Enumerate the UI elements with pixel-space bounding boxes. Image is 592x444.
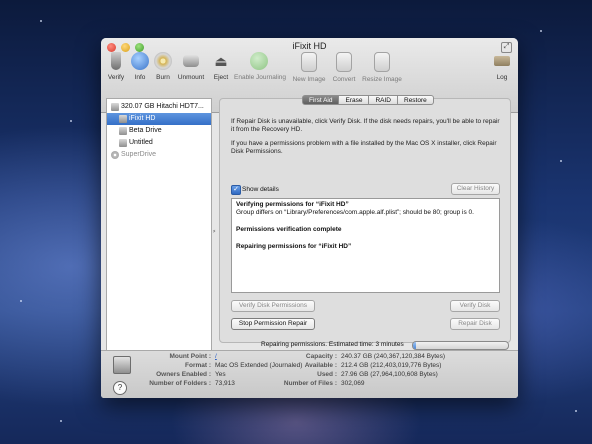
show-details-label: Show details	[242, 186, 279, 193]
owners-enabled-label: Owners Enabled :	[156, 371, 211, 378]
sidebar-item-beta-drive[interactable]: Beta Drive	[107, 125, 211, 137]
star	[60, 420, 62, 422]
resize-image-icon	[374, 52, 390, 72]
burn-tool[interactable]: Burn	[152, 52, 174, 81]
used-label: Used :	[317, 371, 337, 378]
log-icon	[494, 56, 510, 66]
star	[20, 300, 22, 302]
permissions-info: If you have a permissions problem with a…	[231, 140, 497, 155]
progress-status: Repairing permissions. Estimated time: 3…	[261, 341, 404, 348]
hard-disk-icon	[113, 356, 131, 374]
capacity-value: 240.37 GB (240,367,120,384 Bytes)	[341, 353, 446, 360]
used-value: 27.96 GB (27,964,100,608 Bytes)	[341, 371, 438, 378]
log-line: Verifying permissions for “iFixit HD”	[236, 201, 349, 208]
star	[540, 30, 542, 32]
enable-journaling-tool[interactable]: Enable Journaling	[234, 52, 287, 81]
resize-image-label: Resize Image	[362, 76, 402, 83]
enable-journaling-label: Enable Journaling	[234, 74, 287, 81]
log-line: Group differs on “Library/Preferences/co…	[236, 209, 474, 216]
window-title: iFixit HD	[292, 41, 327, 51]
volume-icon	[119, 115, 127, 123]
show-details-checkbox[interactable]: ✓	[231, 185, 241, 195]
verify-tool[interactable]: Verify	[106, 52, 126, 81]
files-label: Number of Files :	[283, 380, 337, 387]
tab-raid[interactable]: RAID	[369, 95, 398, 105]
star	[40, 20, 42, 22]
repair-disk-info: If Repair Disk is unavailable, click Ver…	[231, 118, 500, 133]
info-icon	[131, 52, 149, 70]
sidebar-item-label: 320.07 GB Hitachi HDT7...	[121, 103, 204, 110]
hard-disk-icon	[111, 103, 119, 111]
sidebar-item-label: SuperDrive	[121, 151, 157, 158]
available-value: 212.4 GB (212,403,019,776 Bytes)	[341, 362, 442, 369]
verify-disk-permissions-button[interactable]: Verify Disk Permissions	[231, 300, 315, 312]
eject-icon: ⏏	[214, 53, 228, 69]
sidebar-item-untitled[interactable]: Untitled	[107, 137, 211, 149]
sidebar-item-ifixit-hd[interactable]: iFixit HD	[107, 113, 211, 125]
folders-value: 73,913	[215, 380, 235, 387]
star	[575, 410, 577, 412]
resize-image-tool[interactable]: Resize Image	[361, 52, 403, 83]
disk-utility-window: iFixit HD ⤢ Verify Info Burn Unmount ⏏ E…	[101, 38, 518, 398]
log-line: Repairing permissions for “iFixit HD”	[236, 243, 352, 250]
star	[560, 160, 562, 162]
verify-label: Verify	[107, 74, 125, 81]
volume-icon	[119, 139, 127, 147]
mount-point-label: Mount Point :	[169, 353, 211, 360]
volume-icon	[119, 127, 127, 135]
owners-enabled-value: Yes	[215, 371, 226, 378]
journaling-icon	[250, 52, 268, 70]
sidebar-item-label: Untitled	[129, 139, 153, 146]
log-tool[interactable]: Log	[493, 52, 511, 81]
format-value: Mac OS Extended (Journaled)	[215, 362, 303, 369]
tab-restore[interactable]: Restore	[398, 95, 434, 105]
unmount-tool[interactable]: Unmount	[176, 52, 206, 81]
progress-bar	[412, 341, 509, 350]
eject-tool[interactable]: ⏏ Eject	[210, 52, 232, 81]
split-handle-icon[interactable]: ⸗	[213, 228, 215, 235]
convert-icon	[336, 52, 352, 72]
help-button[interactable]: ?	[113, 381, 127, 395]
info-label: Info	[134, 74, 146, 81]
mount-point-link[interactable]: /	[215, 353, 217, 361]
tab-first-aid[interactable]: First Aid	[302, 95, 340, 105]
new-image-icon	[301, 52, 317, 72]
sidebar-item-label: Beta Drive	[129, 127, 162, 134]
info-tool[interactable]: Info	[130, 52, 150, 81]
eject-label: Eject	[213, 74, 229, 81]
folders-label: Number of Folders :	[149, 380, 211, 387]
verify-disk-button[interactable]: Verify Disk	[450, 300, 500, 312]
available-label: Available :	[304, 362, 337, 369]
tab-erase[interactable]: Erase	[339, 95, 370, 105]
star	[70, 120, 72, 122]
clear-history-button[interactable]: Clear History	[451, 183, 500, 195]
microscope-icon	[111, 52, 121, 70]
optical-drive-icon	[111, 151, 119, 159]
files-value: 302,069	[341, 380, 365, 387]
sidebar-item-hitachi-disk[interactable]: 320.07 GB Hitachi HDT7...	[107, 101, 211, 113]
tab-bar: First Aid Erase RAID Restore	[302, 95, 434, 105]
capacity-label: Capacity :	[305, 353, 337, 360]
unmount-icon	[183, 55, 199, 67]
unmount-label: Unmount	[177, 74, 205, 81]
sidebar-item-label: iFixit HD	[129, 115, 156, 122]
new-image-tool[interactable]: New Image	[291, 52, 327, 83]
burn-icon	[154, 52, 172, 70]
sidebar-item-superdrive[interactable]: SuperDrive	[107, 149, 211, 161]
log-line: Permissions verification complete	[236, 226, 342, 233]
convert-label: Convert	[332, 76, 356, 83]
burn-label: Burn	[156, 74, 170, 81]
log-label: Log	[496, 74, 508, 81]
stop-permission-repair-button[interactable]: Stop Permission Repair	[231, 318, 315, 330]
format-label: Format :	[185, 362, 211, 369]
new-image-label: New Image	[292, 76, 326, 83]
disk-sidebar: 320.07 GB Hitachi HDT7... iFixit HD Beta…	[106, 98, 212, 382]
details-log[interactable]: Verifying permissions for “iFixit HD” Gr…	[231, 198, 500, 293]
progress-fill	[413, 342, 416, 349]
repair-disk-button[interactable]: Repair Disk	[450, 318, 500, 330]
convert-tool[interactable]: Convert	[331, 52, 357, 83]
